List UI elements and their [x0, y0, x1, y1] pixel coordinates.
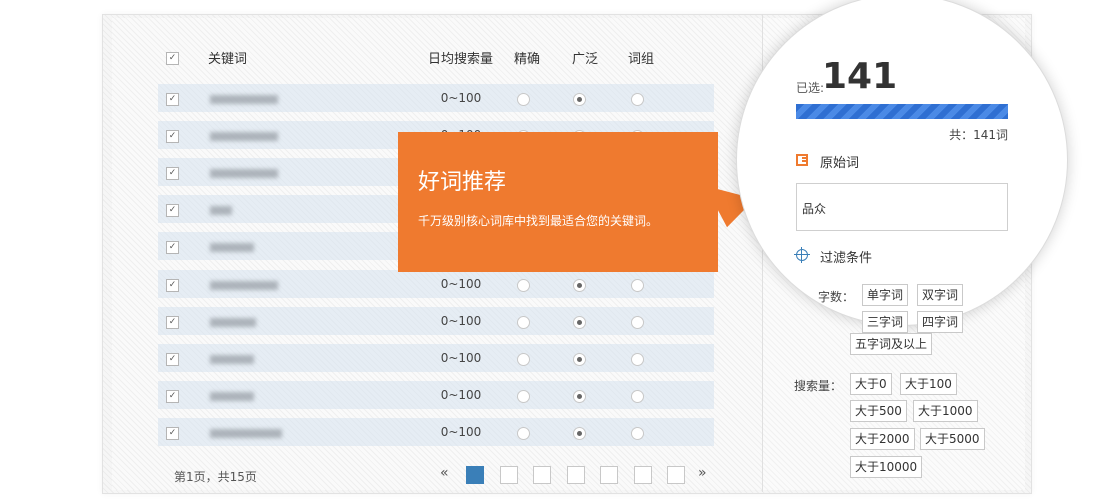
- word-count-label: 字数：: [818, 290, 855, 304]
- original-word-icon: [796, 154, 808, 166]
- prev-page-button[interactable]: «: [440, 465, 449, 481]
- exact-match-radio[interactable]: [517, 427, 530, 440]
- volume-option-gt5000[interactable]: 大于5000: [920, 428, 985, 450]
- selected-count: 141: [822, 56, 898, 97]
- keyword-text-obscured: [210, 95, 278, 104]
- row-checkbox[interactable]: ✓: [166, 390, 179, 403]
- keyword-text-obscured: [210, 392, 254, 401]
- keyword-text-obscured: [210, 281, 278, 290]
- page-button[interactable]: [633, 466, 652, 484]
- search-volume-value: 0~100: [440, 425, 482, 439]
- pagination-status: 第1页，共15页: [174, 470, 257, 484]
- keyword-text-obscured: [210, 318, 256, 327]
- selected-label: 已选:: [796, 81, 825, 95]
- row-checkbox[interactable]: ✓: [166, 167, 179, 180]
- select-all-checkbox[interactable]: ✓: [166, 52, 179, 65]
- row-checkbox[interactable]: ✓: [166, 130, 179, 143]
- total-count: 共：141词: [949, 128, 1008, 142]
- page-button[interactable]: [600, 466, 618, 484]
- row-checkbox[interactable]: ✓: [166, 427, 179, 440]
- broad-match-radio[interactable]: [573, 316, 586, 329]
- phrase-match-radio[interactable]: [631, 279, 644, 292]
- broad-match-radio[interactable]: [573, 390, 586, 403]
- page-button[interactable]: [533, 466, 551, 484]
- header-keyword: 关键词: [208, 52, 248, 67]
- row-checkbox[interactable]: ✓: [166, 241, 179, 254]
- volume-option-gt500[interactable]: 大于500: [850, 400, 907, 422]
- selection-progress-bar: [796, 104, 1008, 119]
- word-count-option-triple[interactable]: 三字词: [862, 311, 909, 333]
- page-button[interactable]: [667, 466, 685, 484]
- search-volume-value: 0~100: [440, 314, 482, 328]
- keyword-text-obscured: [210, 206, 232, 215]
- row-checkbox[interactable]: ✓: [166, 279, 179, 292]
- promo-description: 千万级别核心词库中找到最适合您的关键词。: [418, 214, 659, 228]
- phrase-match-radio[interactable]: [631, 427, 644, 440]
- word-count-option-quad[interactable]: 四字词: [917, 311, 964, 333]
- search-volume-value: 0~100: [440, 388, 482, 402]
- original-word-input[interactable]: [796, 183, 1008, 231]
- selection-progress-fill: [796, 104, 1008, 119]
- exact-match-radio[interactable]: [517, 316, 530, 329]
- row-checkbox[interactable]: ✓: [166, 93, 179, 106]
- filter-label: 过滤条件: [820, 251, 873, 266]
- row-checkbox[interactable]: ✓: [166, 353, 179, 366]
- row-checkbox[interactable]: ✓: [166, 204, 179, 217]
- keyword-text-obscured: [210, 243, 254, 252]
- word-count-option-single[interactable]: 单字词: [862, 284, 909, 306]
- next-page-button[interactable]: »: [698, 465, 707, 481]
- exact-match-radio[interactable]: [517, 390, 530, 403]
- broad-match-radio[interactable]: [573, 93, 586, 106]
- page-button[interactable]: [499, 466, 518, 484]
- search-volume-value: 0~100: [440, 277, 482, 291]
- original-word-value: 品众: [802, 202, 827, 216]
- original-word-label: 原始词: [820, 156, 860, 171]
- phrase-match-radio[interactable]: [631, 353, 644, 366]
- exact-match-radio[interactable]: [517, 93, 530, 106]
- phrase-match-radio[interactable]: [631, 390, 644, 403]
- header-exact: 精确: [514, 52, 541, 67]
- exact-match-radio[interactable]: [517, 279, 530, 292]
- page-button[interactable]: [466, 466, 484, 484]
- search-volume-label: 搜索量：: [794, 379, 843, 393]
- header-broad: 广泛: [572, 52, 599, 67]
- crosshair-icon: [794, 247, 810, 263]
- phrase-match-radio[interactable]: [631, 93, 644, 106]
- broad-match-radio[interactable]: [573, 353, 586, 366]
- phrase-match-radio[interactable]: [631, 316, 644, 329]
- promo-title: 好词推荐: [418, 170, 507, 195]
- header-avg-search: 日均搜索量: [428, 52, 494, 67]
- word-count-option-double[interactable]: 双字词: [917, 284, 964, 306]
- volume-option-gt100[interactable]: 大于100: [900, 373, 957, 395]
- search-volume-value: 0~100: [440, 91, 482, 105]
- promo-callout: [398, 132, 718, 272]
- row-checkbox[interactable]: ✓: [166, 316, 179, 329]
- page-button[interactable]: [566, 466, 585, 484]
- magnifier-lens: [736, 0, 1068, 326]
- keyword-text-obscured: [210, 429, 282, 438]
- keyword-text-obscured: [210, 355, 254, 364]
- word-count-option-five-plus[interactable]: 五字词及以上: [850, 333, 933, 355]
- keyword-text-obscured: [210, 169, 278, 178]
- search-volume-value: 0~100: [440, 351, 482, 365]
- broad-match-radio[interactable]: [573, 279, 586, 292]
- volume-option-gt10000[interactable]: 大于10000: [850, 456, 923, 478]
- broad-match-radio[interactable]: [573, 427, 586, 440]
- volume-option-gt2000[interactable]: 大于2000: [850, 428, 915, 450]
- volume-option-gt0[interactable]: 大于0: [850, 373, 892, 395]
- volume-option-gt1000[interactable]: 大于1000: [913, 400, 978, 422]
- keyword-text-obscured: [210, 132, 278, 141]
- exact-match-radio[interactable]: [517, 353, 530, 366]
- header-phrase: 词组: [628, 52, 655, 67]
